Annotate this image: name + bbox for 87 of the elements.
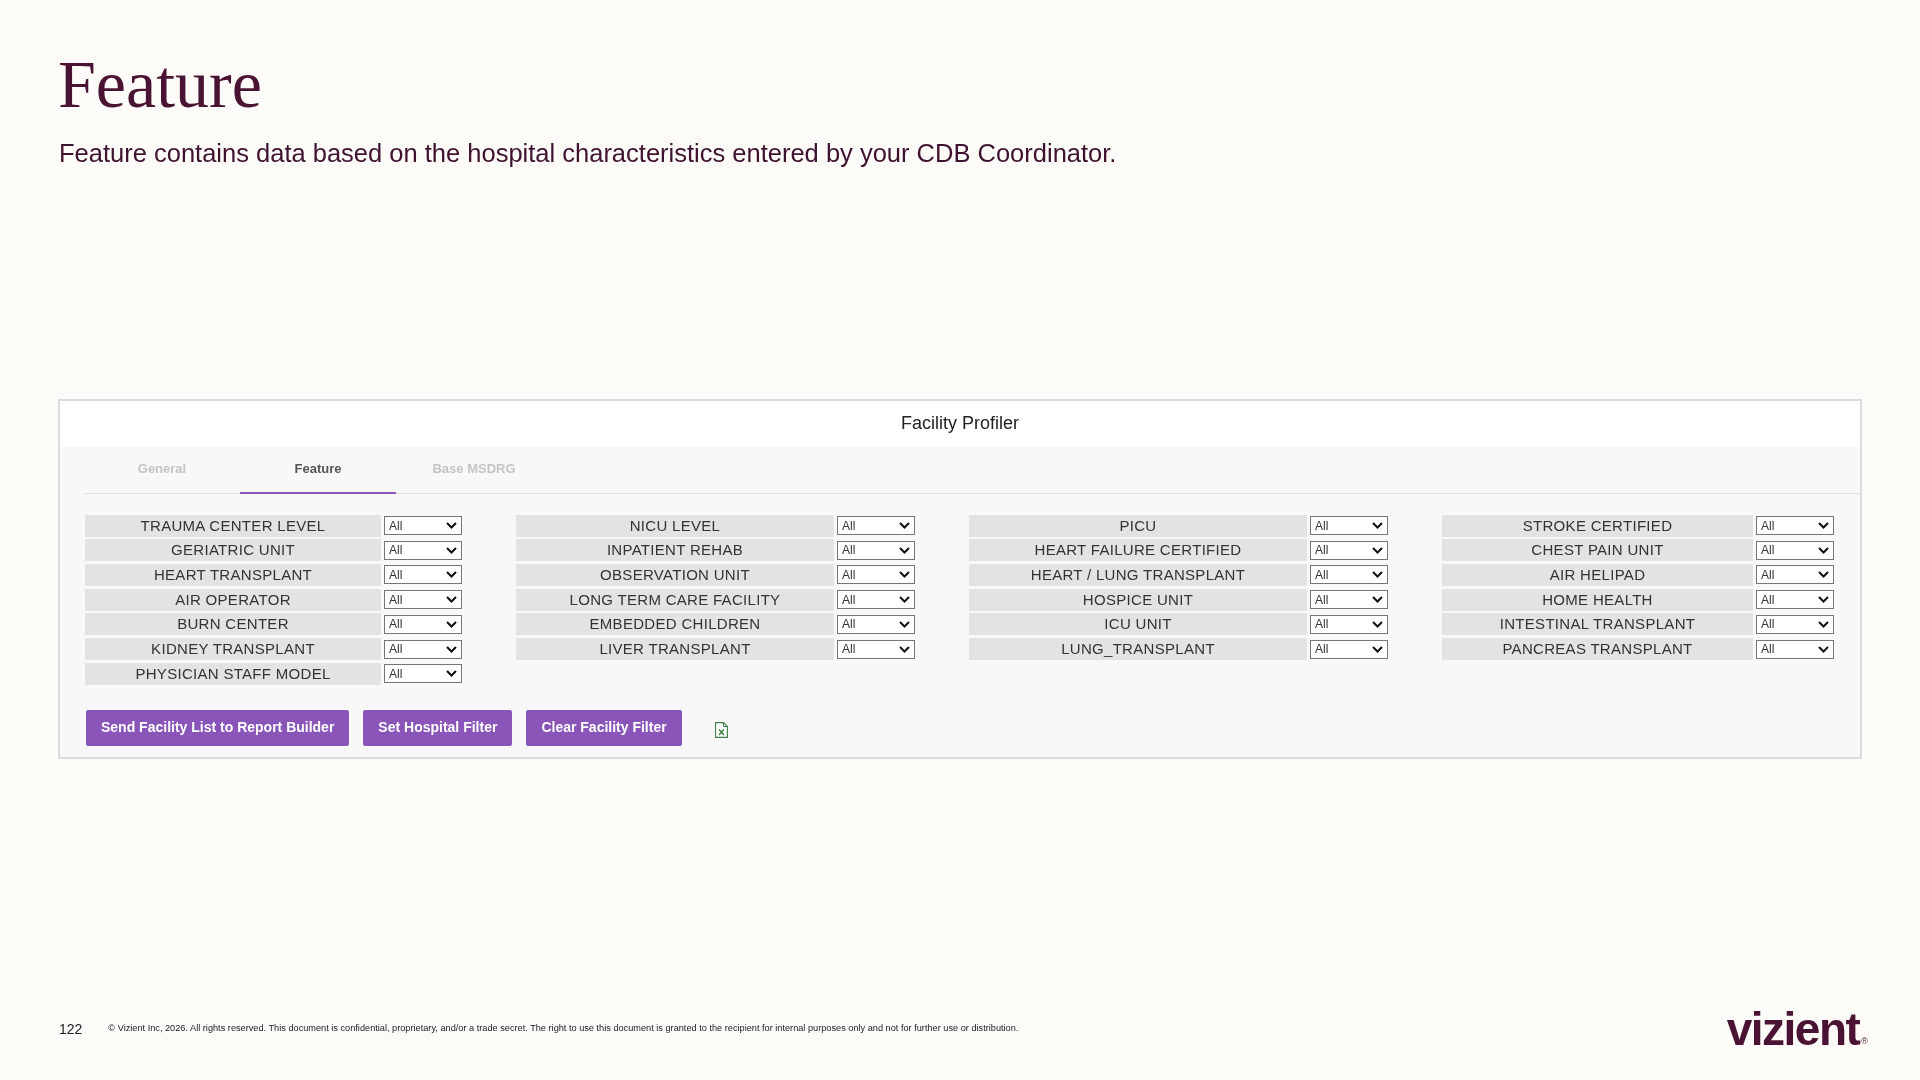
chevron-down-icon	[1372, 571, 1383, 579]
chevron-down-icon	[446, 670, 457, 678]
chevron-down-icon	[899, 546, 910, 554]
chevron-down-icon	[1818, 596, 1829, 604]
filter-dropdown[interactable]: All	[1310, 516, 1388, 536]
filter-dropdown[interactable]: All	[1756, 590, 1834, 610]
filter-label: AIR HELIPAD	[1442, 563, 1753, 586]
filter-dropdown[interactable]: All	[384, 590, 462, 610]
filter-label: GERIATRIC UNIT	[85, 539, 381, 562]
filter-dropdown[interactable]: All	[837, 590, 915, 610]
filter-label: ICU UNIT	[969, 613, 1307, 636]
filter-dropdown[interactable]: All	[1310, 639, 1388, 659]
registered-mark: ®	[1861, 1037, 1868, 1046]
filter-label: LIVER TRANSPLANT	[516, 638, 834, 661]
action-button[interactable]: Set Hospital Filter	[363, 709, 513, 746]
chevron-down-icon	[1372, 620, 1383, 628]
tab[interactable]: Feature	[240, 446, 396, 494]
company-logo: vizient	[1726, 1006, 1860, 1052]
filter-label: HEART FAILURE CERTIFIED	[969, 539, 1307, 562]
action-button[interactable]: Clear Facility Filter	[526, 709, 682, 746]
chevron-down-icon	[1818, 645, 1829, 653]
chevron-down-icon	[1372, 596, 1383, 604]
filter-dropdown[interactable]: All	[837, 540, 915, 560]
chevron-down-icon	[899, 645, 910, 653]
copyright-notice: © Vizient Inc, 2026. All rights reserved. This document is confidential, proprietary, and/or a trade secret. The right to use this document is granted to the recipient for internal purposes only and not for further use or distribution.	[108, 1022, 1019, 1036]
filter-label: HEART / LUNG TRANSPLANT	[969, 563, 1307, 586]
chevron-down-icon	[899, 620, 910, 628]
chevron-down-icon	[1372, 645, 1383, 653]
filter-label: LONG TERM CARE FACILITY	[516, 588, 834, 611]
filter-label: INPATIENT REHAB	[516, 539, 834, 562]
filter-label: AIR OPERATOR	[85, 588, 381, 611]
panel-title: Facility Profiler	[901, 412, 1019, 436]
slide-subtitle: Feature contains data based on the hospital characteristics entered by your CDB Coordinator.	[59, 138, 1117, 169]
action-button[interactable]: Send Facility List to Report Builder	[86, 709, 350, 746]
chevron-down-icon	[1372, 522, 1383, 530]
filter-label: PANCREAS TRANSPLANT	[1442, 638, 1753, 661]
filter-dropdown[interactable]: All	[1310, 540, 1388, 560]
chevron-down-icon	[446, 546, 457, 554]
filter-dropdown[interactable]: All	[1310, 565, 1388, 585]
chevron-down-icon	[446, 645, 457, 653]
filter-label: LUNG_TRANSPLANT	[969, 638, 1307, 661]
filter-dropdown[interactable]: All	[837, 516, 915, 536]
filter-label: CHEST PAIN UNIT	[1442, 539, 1753, 562]
chevron-down-icon	[899, 596, 910, 604]
filter-label: HOSPICE UNIT	[969, 588, 1307, 611]
filter-dropdown[interactable]: All	[1756, 565, 1834, 585]
filter-label: HOME HEALTH	[1442, 588, 1753, 611]
chevron-down-icon	[446, 620, 457, 628]
filter-label: KIDNEY TRANSPLANT	[85, 638, 381, 661]
filter-dropdown[interactable]: All	[384, 614, 462, 634]
filter-dropdown[interactable]: All	[1756, 639, 1834, 659]
filter-dropdown[interactable]: All	[1756, 540, 1834, 560]
filter-dropdown[interactable]: All	[1310, 590, 1388, 610]
chevron-down-icon	[899, 571, 910, 579]
filter-label: OBSERVATION UNIT	[516, 563, 834, 586]
filter-dropdown[interactable]: All	[384, 639, 462, 659]
filter-label: HEART TRANSPLANT	[85, 563, 381, 586]
spreadsheet-file-icon[interactable]	[714, 721, 728, 738]
chevron-down-icon	[899, 522, 910, 530]
chevron-down-icon	[446, 596, 457, 604]
chevron-down-icon	[1818, 522, 1829, 530]
filter-dropdown[interactable]: All	[837, 565, 915, 585]
filter-label: STROKE CERTIFIED	[1442, 514, 1753, 537]
filter-dropdown[interactable]: All	[837, 639, 915, 659]
filter-dropdown[interactable]: All	[1756, 614, 1834, 634]
filter-label: EMBEDDED CHILDREN	[516, 613, 834, 636]
chevron-down-icon	[1818, 620, 1829, 628]
filter-label: TRAUMA CENTER LEVEL	[85, 514, 381, 537]
page-number: 122	[59, 1019, 83, 1039]
chevron-down-icon	[446, 522, 457, 530]
filter-dropdown[interactable]: All	[384, 516, 462, 536]
filter-dropdown[interactable]: All	[1756, 516, 1834, 536]
chevron-down-icon	[1818, 571, 1829, 579]
slide-title: Feature	[58, 50, 262, 118]
filter-dropdown[interactable]: All	[384, 664, 462, 684]
filter-label: BURN CENTER	[85, 613, 381, 636]
chevron-down-icon	[1372, 546, 1383, 554]
filter-dropdown[interactable]: All	[837, 614, 915, 634]
chevron-down-icon	[446, 571, 457, 579]
filter-label: PHYSICIAN STAFF MODEL	[85, 662, 381, 685]
filter-label: PICU	[969, 514, 1307, 537]
filter-label: INTESTINAL TRANSPLANT	[1442, 613, 1753, 636]
chevron-down-icon	[1818, 546, 1829, 554]
filter-label: NICU LEVEL	[516, 514, 834, 537]
filter-dropdown[interactable]: All	[384, 540, 462, 560]
filter-dropdown[interactable]: All	[384, 565, 462, 585]
filter-dropdown[interactable]: All	[1310, 614, 1388, 634]
